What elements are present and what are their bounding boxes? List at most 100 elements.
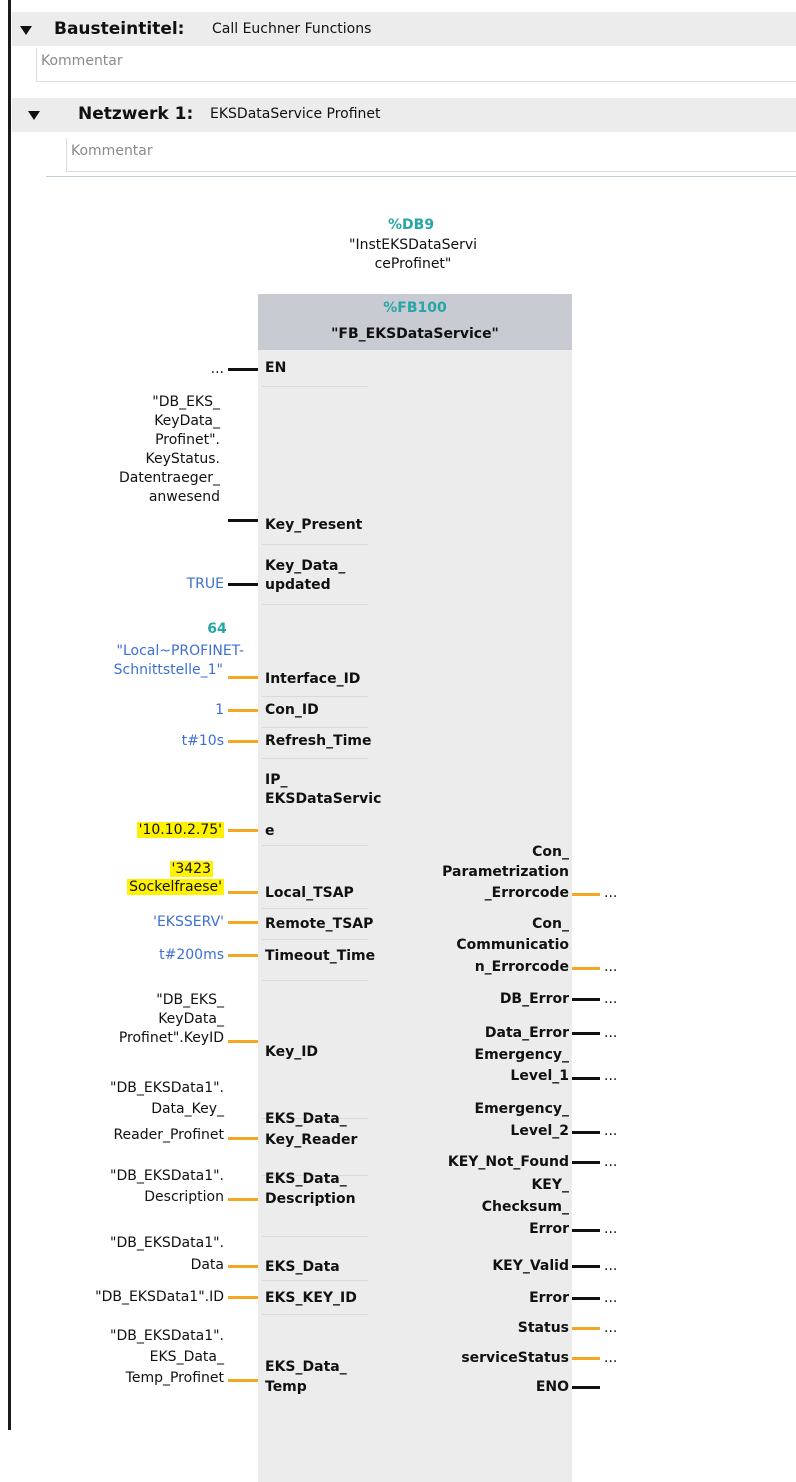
network-title-value[interactable]: EKSDataService Profinet (210, 106, 381, 122)
pin-separator (262, 604, 368, 605)
pin-timeout-time: Timeout_Time (265, 948, 376, 964)
key-present-arg-5[interactable]: Datentraeger_ (60, 469, 220, 488)
eks-data-arg-2[interactable]: Data (40, 1256, 224, 1275)
interface-id-hw-number[interactable]: 64 (180, 620, 254, 639)
data-error-output[interactable]: ... (604, 1024, 617, 1043)
pin-separator (262, 727, 368, 728)
pin-separator (262, 1314, 368, 1315)
key-data-updated-wire (228, 583, 258, 586)
emergency-1-output[interactable]: ... (604, 1067, 617, 1086)
key-reader-arg-1[interactable]: "DB_EKSData1". (40, 1079, 224, 1098)
remote-tsap-arg[interactable]: 'EKSSERV' (100, 913, 224, 932)
key-data-updated-arg[interactable]: TRUE (100, 575, 224, 594)
key-present-arg-1[interactable]: "DB_EKS_ (60, 393, 220, 412)
con-id-wire (228, 709, 258, 712)
eks-key-id-arg[interactable]: "DB_EKSData1".ID (20, 1288, 224, 1307)
key-checksum-wire (572, 1229, 600, 1232)
collapse-triangle-icon[interactable] (20, 26, 32, 35)
fb-number: %FB100 (383, 300, 447, 316)
key-present-arg-6[interactable]: anwesend (60, 488, 220, 507)
pin-con-comm: Con_ (532, 916, 569, 932)
network-comment-field[interactable]: Kommentar (66, 138, 796, 172)
network-label: Netzwerk 1: (78, 104, 194, 124)
pin-con-comm-cont-2: n_Errorcode (474, 959, 569, 975)
pin-db-error: DB_Error (499, 991, 569, 1007)
timeout-time-wire (228, 954, 258, 957)
pin-separator (262, 1236, 368, 1237)
en-argument[interactable]: ... (100, 360, 224, 379)
key-present-arg-3[interactable]: Profinet". (60, 431, 220, 450)
pin-eks-data-temp: EKS_Data_ (265, 1359, 347, 1375)
temp-wire (228, 1379, 258, 1382)
con-param-wire (572, 893, 600, 896)
db-error-wire (572, 998, 600, 1001)
con-param-output[interactable]: ... (604, 884, 617, 903)
pin-separator (262, 845, 368, 846)
instance-db-name-cont: ceProfinet" (374, 256, 452, 272)
local-tsap-arg-2[interactable]: Sockelfraese' (127, 879, 224, 895)
pin-eks-data-key-reader-cont: Key_Reader (265, 1132, 358, 1148)
pin-emergency-1-cont: Level_1 (510, 1068, 569, 1084)
collapse-triangle-icon[interactable] (28, 111, 40, 120)
fb-name: "FB_EKSDataService" (331, 326, 499, 342)
description-wire (228, 1198, 258, 1201)
description-arg-2[interactable]: Description (40, 1188, 224, 1207)
pin-separator (262, 1280, 368, 1281)
db-error-output[interactable]: ... (604, 990, 617, 1009)
interface-id-arg-1[interactable]: "Local~PROFINET- (20, 642, 244, 661)
pin-local-tsap: Local_TSAP (265, 885, 354, 901)
key-valid-output[interactable]: ... (604, 1257, 617, 1276)
error-wire (572, 1297, 600, 1300)
refresh-time-arg[interactable]: t#10s (100, 732, 224, 751)
key-reader-arg-3[interactable]: Reader_Profinet (40, 1126, 224, 1145)
temp-arg-2[interactable]: EKS_Data_ (40, 1348, 224, 1367)
key-checksum-output[interactable]: ... (604, 1220, 617, 1239)
key-id-arg-2[interactable]: KeyData_ (60, 1010, 224, 1029)
pin-service-status: serviceStatus (461, 1350, 569, 1366)
key-id-arg-1[interactable]: "DB_EKS_ (60, 991, 224, 1010)
service-status-wire (572, 1357, 600, 1360)
instance-db-name[interactable]: "InstEKSDataServi (318, 236, 508, 255)
interface-id-arg-2[interactable]: Schnittstelle_1" (20, 661, 223, 680)
key-not-found-output[interactable]: ... (604, 1153, 617, 1172)
key-not-found-wire (572, 1161, 600, 1164)
key-present-wire (228, 519, 258, 522)
key-reader-wire (228, 1137, 258, 1140)
en-wire (228, 368, 258, 371)
pin-eks-data-description: EKS_Data_ (265, 1171, 347, 1187)
emergency-2-output[interactable]: ... (604, 1122, 617, 1141)
pin-key-present: Key_Present (265, 517, 363, 533)
local-tsap-arg-1[interactable]: '3423 (169, 861, 213, 877)
con-id-arg[interactable]: 1 (100, 701, 224, 720)
pin-eks-data-temp-cont: Temp (265, 1379, 307, 1395)
pin-interface-id: Interface_ID (265, 671, 361, 687)
key-id-arg-3[interactable]: Profinet".KeyID (40, 1029, 224, 1048)
block-comment-field[interactable]: Kommentar (36, 48, 796, 82)
block-title-value[interactable]: Call Euchner Functions (212, 21, 371, 37)
temp-arg-1[interactable]: "DB_EKSData1". (40, 1327, 224, 1346)
description-arg-1[interactable]: "DB_EKSData1". (40, 1167, 224, 1186)
pin-error: Error (529, 1290, 569, 1306)
timeout-time-arg[interactable]: t#200ms (100, 946, 224, 965)
pin-separator (262, 758, 368, 759)
key-reader-arg-2[interactable]: Data_Key_ (40, 1100, 224, 1119)
temp-arg-3[interactable]: Temp_Profinet (40, 1369, 224, 1388)
status-output[interactable]: ... (604, 1319, 617, 1338)
ip-address-arg[interactable]: '10.10.2.75' (136, 822, 224, 838)
key-present-arg-2[interactable]: KeyData_ (60, 412, 220, 431)
instance-db-address[interactable]: %DB9 (388, 216, 434, 235)
emergency-1-wire (572, 1077, 600, 1080)
pin-en: EN (265, 360, 287, 376)
con-comm-output[interactable]: ... (604, 958, 617, 977)
pin-eks-data: EKS_Data (265, 1259, 340, 1275)
error-output[interactable]: ... (604, 1289, 617, 1308)
pin-separator (262, 980, 368, 981)
pin-con-param: Con_ (532, 844, 569, 860)
refresh-time-wire (228, 740, 258, 743)
key-present-arg-4[interactable]: KeyStatus. (60, 450, 220, 469)
service-status-output[interactable]: ... (604, 1349, 617, 1368)
eks-data-arg-1[interactable]: "DB_EKSData1". (40, 1234, 224, 1253)
pin-key-data-updated-cont: updated (265, 577, 331, 593)
pin-con-comm-cont: Communicatio (456, 937, 569, 953)
block-title-label: Bausteintitel: (54, 19, 185, 39)
